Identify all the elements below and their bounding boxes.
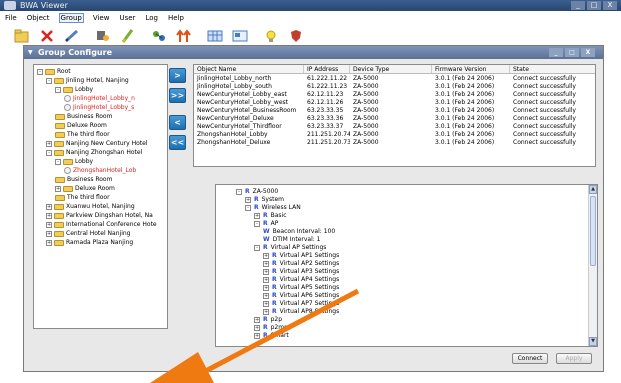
annotation-arrow-icon [150, 288, 360, 383]
